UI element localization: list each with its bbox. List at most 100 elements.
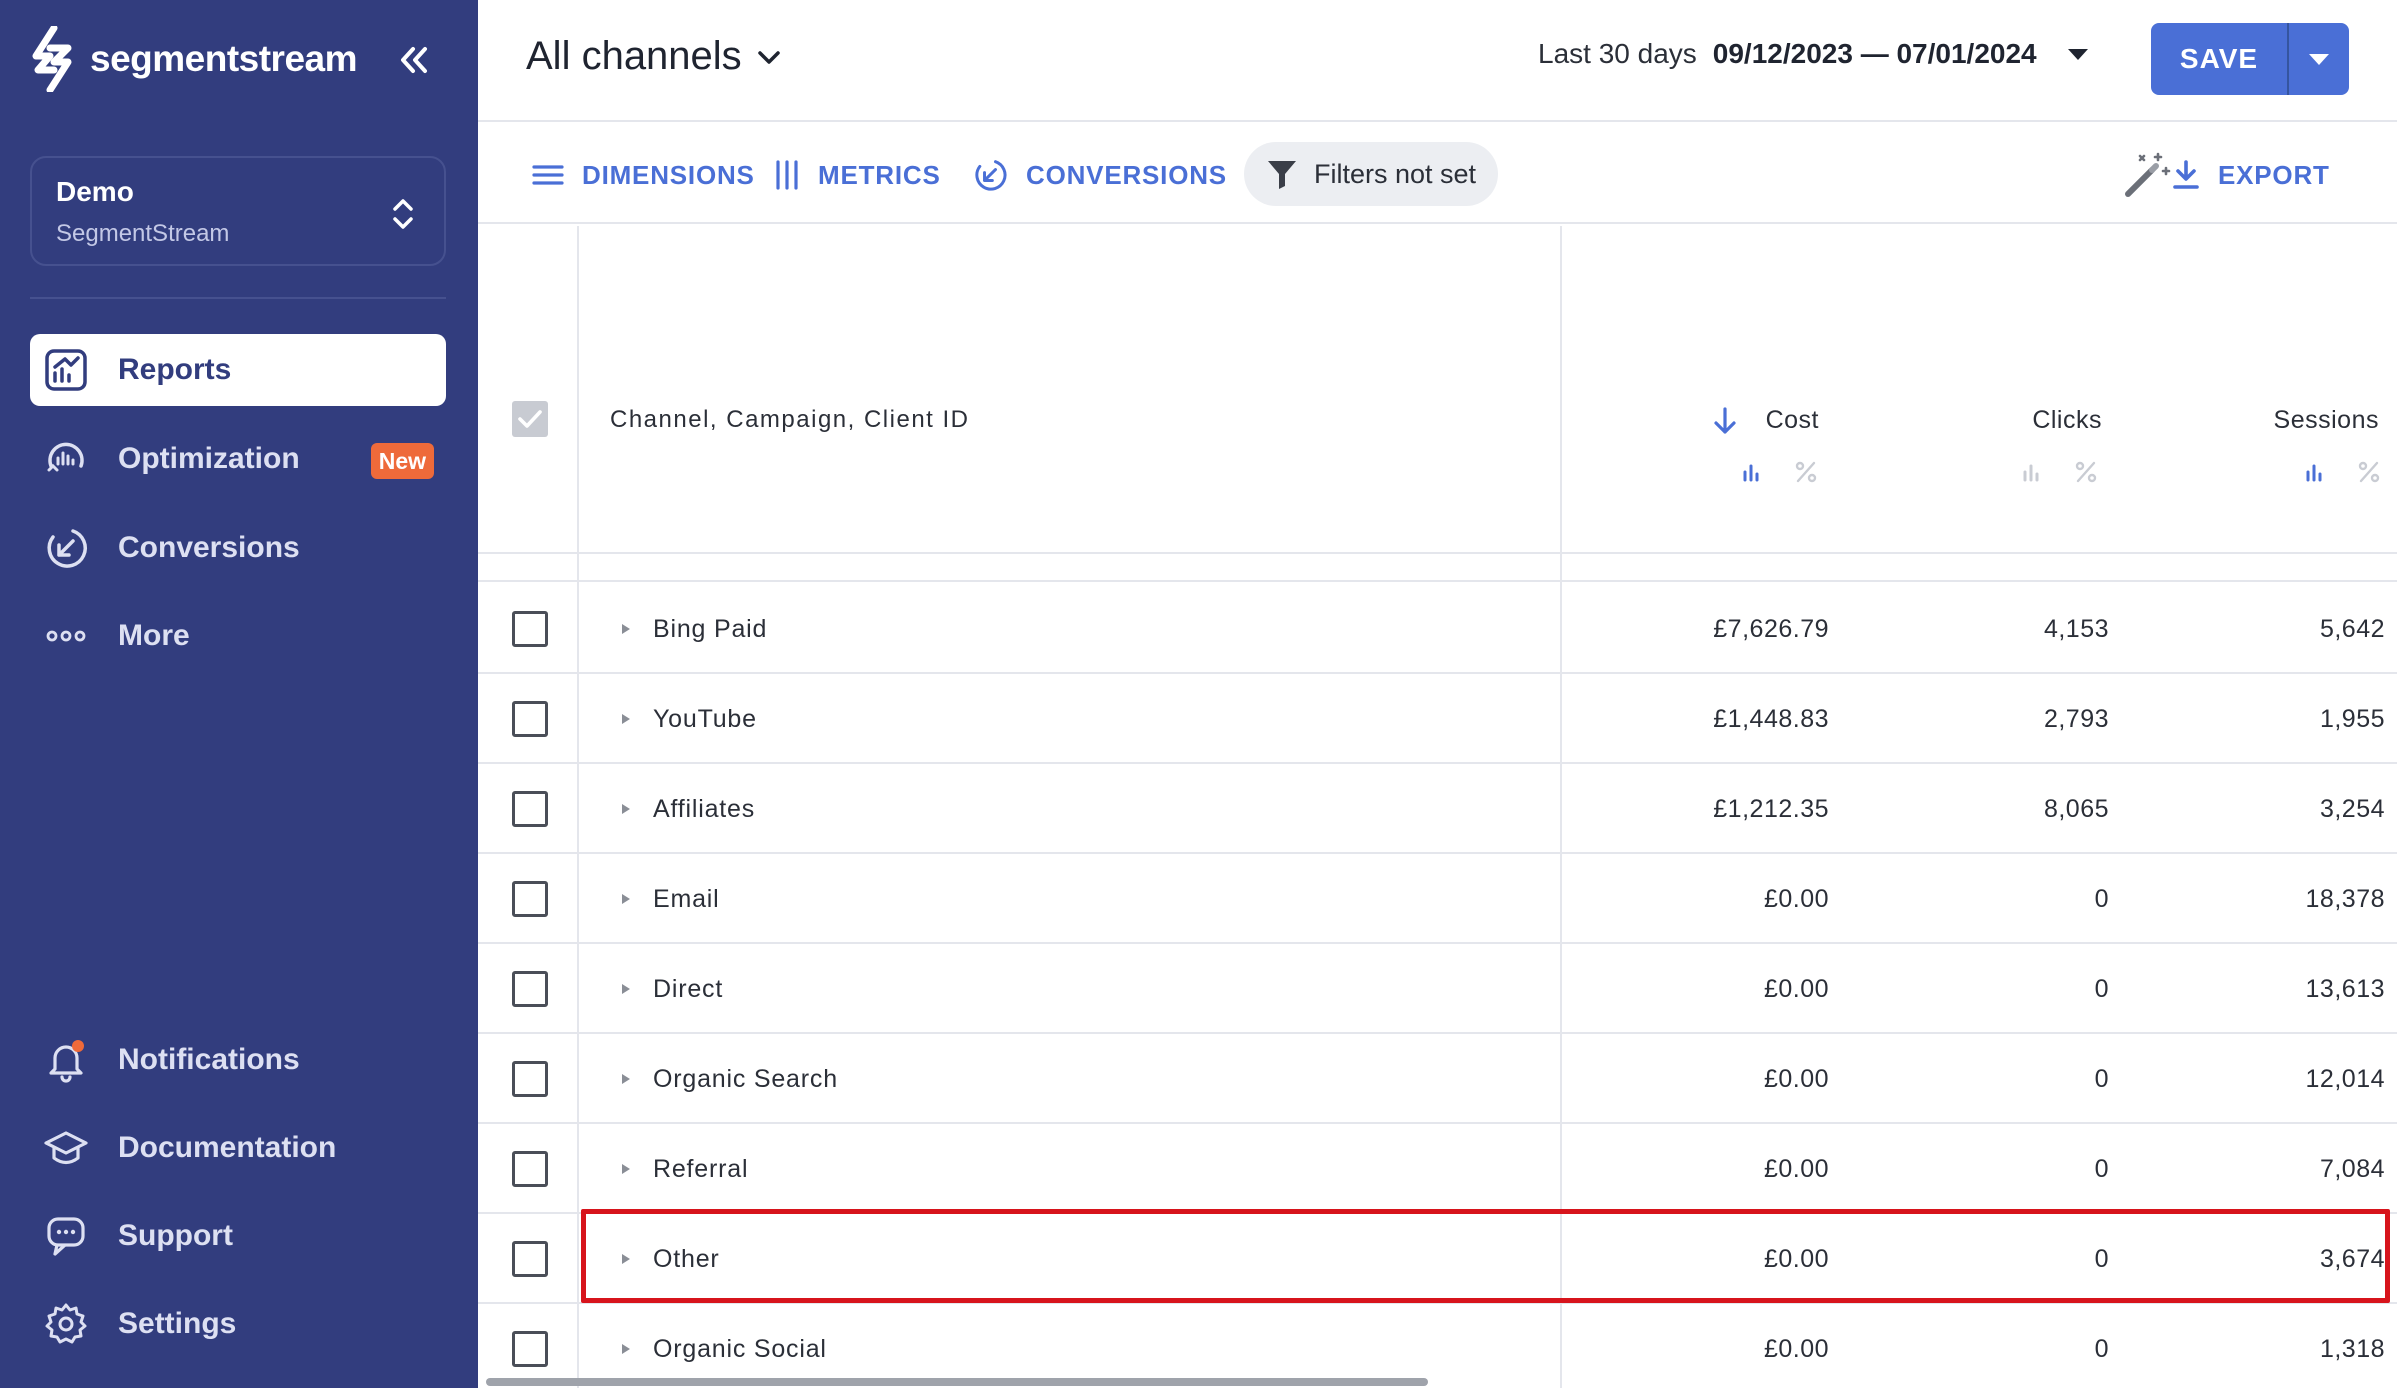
row-checkbox[interactable]: [512, 971, 548, 1007]
brand-name: segmentstream: [90, 38, 358, 79]
row-checkbox[interactable]: [512, 1151, 548, 1187]
date-range-picker[interactable]: Last 30 days 09/12/2023 — 07/01/2024: [1538, 38, 2089, 70]
save-options-button[interactable]: [2289, 23, 2349, 95]
workspace-name: Demo: [56, 176, 134, 207]
row-channel-name: Email: [653, 885, 720, 913]
dimensions-button[interactable]: DIMENSIONS: [532, 152, 755, 198]
cost-column-header[interactable]: Cost: [1766, 406, 1819, 435]
workspace-subtitle: SegmentStream: [56, 220, 230, 247]
row-cost: £1,448.83: [1713, 705, 1829, 733]
percent-icon[interactable]: [2357, 460, 2381, 484]
row-checkbox[interactable]: [512, 1061, 548, 1097]
export-button[interactable]: EXPORT: [2172, 152, 2330, 198]
table-row[interactable]: Email £0.00 0 18,378: [478, 854, 2397, 944]
row-checkbox[interactable]: [512, 1331, 548, 1367]
select-all-checkbox[interactable]: [512, 401, 548, 437]
row-cost: £0.00: [1763, 975, 1829, 1003]
sidebar-item-conversions[interactable]: Conversions: [30, 512, 446, 584]
triangle-right-icon[interactable]: [616, 1337, 636, 1361]
double-chevron-left-icon: [401, 47, 427, 73]
sidebar-item-label: More: [118, 619, 190, 652]
sidebar-item-support[interactable]: Support: [30, 1200, 446, 1272]
table-row[interactable]: Referral £0.00 0 7,084: [478, 1124, 2397, 1214]
sidebar-item-label: Documentation: [118, 1131, 337, 1164]
row-clicks: 0: [2094, 1245, 2109, 1273]
sessions-column-header[interactable]: Sessions: [2274, 406, 2379, 435]
row-checkbox[interactable]: [512, 791, 548, 827]
vertical-bars-icon: [776, 160, 798, 190]
row-clicks: 0: [2094, 975, 2109, 1003]
horizontal-scrollbar[interactable]: [486, 1378, 1428, 1386]
table-header-spacer: [478, 556, 2397, 582]
graduation-cap-icon: [42, 1124, 90, 1172]
table-header: Channel, Campaign, Client ID Cost Clicks…: [478, 226, 2397, 554]
conversions-button[interactable]: CONVERSIONS: [972, 152, 1227, 198]
row-channel-name: Bing Paid: [653, 615, 768, 643]
column-divider: [1560, 226, 1562, 1388]
row-checkbox[interactable]: [512, 1241, 548, 1277]
table-row[interactable]: YouTube £1,448.83 2,793 1,955: [478, 674, 2397, 764]
filters-chip[interactable]: Filters not set: [1244, 142, 1499, 206]
row-cost: £0.00: [1763, 885, 1829, 913]
percent-icon[interactable]: [2074, 460, 2098, 484]
row-clicks: 4,153: [2043, 615, 2109, 643]
row-sessions: 13,613: [2305, 975, 2385, 1003]
table-row[interactable]: Bing Paid £7,626.79 4,153 5,642: [478, 584, 2397, 674]
sidebar-item-notifications[interactable]: Notifications: [30, 1024, 446, 1096]
triangle-right-icon[interactable]: [616, 977, 636, 1001]
new-badge: New: [370, 443, 434, 479]
row-cost: £0.00: [1763, 1065, 1829, 1093]
table-row[interactable]: Other £0.00 0 3,674: [478, 1214, 2397, 1304]
sidebar-item-more[interactable]: More: [30, 600, 446, 672]
row-clicks: 8,065: [2043, 795, 2109, 823]
brand-logo[interactable]: segmentstream: [28, 24, 358, 94]
row-checkbox[interactable]: [512, 881, 548, 917]
bar-chart-icon[interactable]: [2303, 460, 2327, 484]
metrics-button[interactable]: METRICS: [774, 152, 941, 198]
row-sessions: 3,674: [2319, 1245, 2385, 1273]
sidebar-item-label: Support: [118, 1219, 233, 1252]
triangle-right-icon[interactable]: [616, 797, 636, 821]
check-arrow-circle-icon: [975, 160, 1007, 191]
percent-icon[interactable]: [1794, 460, 1818, 484]
sidebar-item-reports[interactable]: Reports: [30, 334, 446, 406]
table-row[interactable]: Affiliates £1,212.35 8,065 3,254: [478, 764, 2397, 854]
date-preset-label: Last 30 days: [1538, 38, 1697, 69]
sidebar-item-documentation[interactable]: Documentation: [30, 1112, 446, 1184]
table-row[interactable]: Organic Search £0.00 0 12,014: [478, 1034, 2397, 1124]
top-bar: All channels Last 30 days 09/12/2023 — 0…: [478, 0, 2397, 122]
clicks-column-header[interactable]: Clicks: [2032, 406, 2102, 435]
row-sessions: 3,254: [2319, 795, 2385, 823]
arrow-down-icon[interactable]: [1712, 406, 1738, 436]
save-button[interactable]: SAVE: [2151, 23, 2287, 95]
triangle-right-icon[interactable]: [616, 1247, 636, 1271]
row-checkbox[interactable]: [512, 611, 548, 647]
funnel-icon: [1268, 161, 1296, 189]
sidebar-item-label: Conversions: [118, 531, 300, 564]
magic-wand-button[interactable]: [2120, 150, 2172, 202]
bar-chart-icon[interactable]: [2020, 460, 2044, 484]
workspace-switcher[interactable]: Demo SegmentStream: [30, 156, 446, 266]
caret-down-icon: [2309, 54, 2329, 65]
sidebar-item-label: Optimization: [118, 442, 300, 475]
sidebar-item-settings[interactable]: Settings: [30, 1288, 446, 1360]
triangle-right-icon[interactable]: [616, 617, 636, 641]
triangle-right-icon[interactable]: [616, 887, 636, 911]
table-row[interactable]: Organic Social £0.00 0 1,318: [478, 1304, 2397, 1388]
triangle-right-icon[interactable]: [616, 707, 636, 731]
collapse-sidebar-button[interactable]: [390, 36, 438, 84]
row-sessions: 1,318: [2319, 1335, 2385, 1363]
triangle-right-icon[interactable]: [616, 1157, 636, 1181]
conversions-label: CONVERSIONS: [1026, 159, 1227, 190]
row-checkbox[interactable]: [512, 701, 548, 737]
check-arrow-circle-icon: [42, 524, 90, 572]
triangle-right-icon[interactable]: [616, 1067, 636, 1091]
row-channel-name: Organic Search: [653, 1065, 838, 1093]
table-row[interactable]: Direct £0.00 0 13,613: [478, 944, 2397, 1034]
dimensions-label: DIMENSIONS: [582, 159, 755, 190]
sidebar-item-optimization[interactable]: Optimization New: [30, 423, 446, 495]
report-selector[interactable]: All channels: [526, 34, 782, 79]
dimension-column-header[interactable]: Channel, Campaign, Client ID: [610, 406, 970, 434]
bar-chart-icon[interactable]: [1740, 460, 1764, 484]
bell-icon: [42, 1036, 90, 1084]
